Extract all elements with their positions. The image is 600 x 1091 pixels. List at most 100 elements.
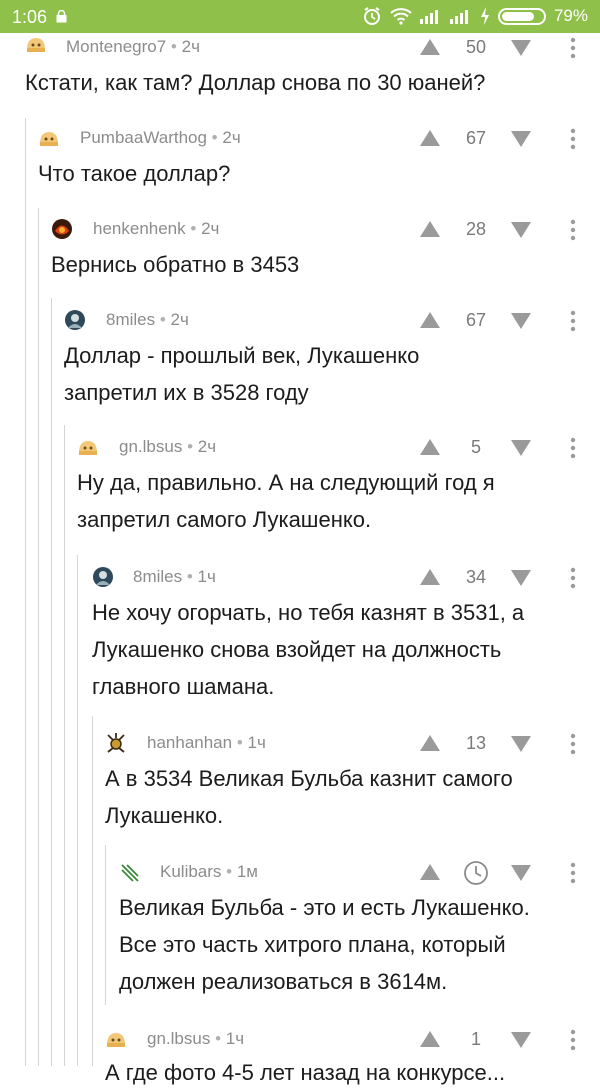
avatar-icon[interactable] (105, 1028, 127, 1050)
more-icon[interactable] (569, 1028, 577, 1052)
more-icon[interactable] (569, 732, 577, 756)
avatar-icon[interactable] (25, 34, 47, 56)
downvote-icon[interactable] (510, 439, 532, 457)
comment-time: 2ч (222, 128, 241, 147)
comment-body: Не хочу огорчать, но тебя казнят в 3531,… (92, 594, 524, 705)
more-icon[interactable] (569, 36, 577, 60)
comment-line: запретил самого Лукашенко. (77, 507, 372, 532)
score: 34 (465, 567, 487, 587)
more-icon[interactable] (569, 309, 577, 333)
thread-line-5 (77, 555, 78, 1066)
avatar-icon[interactable] (77, 436, 99, 458)
timer-icon (464, 861, 488, 885)
avatar-icon[interactable] (92, 566, 114, 588)
comment-time: 2ч (197, 437, 217, 456)
signal-icon-2 (449, 10, 468, 24)
upvote-icon[interactable] (419, 220, 441, 238)
comment-line: запретил их в 3528 году (64, 380, 309, 405)
avatar-icon[interactable] (51, 218, 73, 240)
comment-body: Ну да, правильно. А на следующий год я з… (77, 464, 495, 538)
more-icon[interactable] (569, 566, 577, 590)
more-icon[interactable] (569, 218, 577, 242)
comment-time: 1ч (225, 1029, 245, 1048)
upvote-icon[interactable] (419, 311, 441, 329)
comment-line: Вернись обратно в 3453 (51, 252, 300, 277)
avatar-icon[interactable] (105, 732, 127, 754)
comment-body: А где фото 4-5 лет назад на конкурсе... (105, 1054, 505, 1091)
comment-line: Ну да, правильно. А на следующий год я (77, 470, 495, 495)
downvote-icon[interactable] (510, 1031, 532, 1049)
comment-time: 2ч (181, 37, 200, 56)
downvote-icon[interactable] (510, 735, 532, 753)
comment-line: Доллар - прошлый век, Лукашенко (64, 343, 420, 368)
comment-line: должен реализоваться в 3614м. (119, 969, 448, 994)
username[interactable]: gn.lbsus (147, 1029, 210, 1048)
comment-body: Кстати, как там? Доллар снова по 30 юане… (25, 64, 485, 101)
comment-header: 8miles • 2ч 67 (0, 307, 600, 335)
downvote-icon[interactable] (510, 39, 532, 57)
comment-meta[interactable]: PumbaaWarthog • 2ч (80, 128, 241, 148)
downvote-icon[interactable] (510, 569, 532, 587)
more-icon[interactable] (569, 127, 577, 151)
signal-icon (419, 10, 438, 24)
more-icon[interactable] (569, 861, 577, 885)
comment-meta[interactable]: 8miles • 1ч (133, 567, 216, 587)
battery-icon (497, 7, 546, 25)
status-time: 1:06 (12, 7, 48, 27)
comment-line: Лукашенко. (105, 803, 224, 828)
thread-line-2 (38, 208, 39, 1066)
comment-line: Великая Бульба - это и есть Лукашенко. (119, 895, 530, 920)
upvote-icon[interactable] (419, 734, 441, 752)
more-icon[interactable] (569, 436, 577, 460)
upvote-icon[interactable] (419, 438, 441, 456)
comment-body: Доллар - прошлый век, Лукашенко запретил… (64, 337, 419, 411)
downvote-icon[interactable] (510, 130, 532, 148)
comment-body: Что такое доллар? (38, 155, 230, 192)
username[interactable]: Kulibars (160, 862, 221, 881)
upvote-icon[interactable] (419, 568, 441, 586)
comment-header: gn.lbsus • 2ч 5 (0, 434, 600, 462)
username[interactable]: henkenhenk (93, 219, 186, 238)
comment-time: 1ч (247, 733, 266, 752)
downvote-icon[interactable] (510, 864, 532, 882)
username[interactable]: gn.lbsus (119, 437, 182, 456)
username[interactable]: 8miles (106, 310, 155, 329)
comment-header: Montenegro7 • 2ч 50 (0, 34, 600, 62)
avatar-icon[interactable] (38, 127, 60, 149)
score: 1 (470, 1029, 481, 1049)
username[interactable]: PumbaaWarthog (80, 128, 207, 147)
comment-meta[interactable]: gn.lbsus • 1ч (147, 1029, 244, 1049)
comment-header: henkenhenk • 2ч 28 (0, 216, 600, 244)
comment-line: Все это часть хитрого плана, который (119, 932, 506, 957)
score: 28 (465, 219, 487, 239)
comment-meta[interactable]: hanhanhan • 1ч (147, 733, 266, 753)
downvote-icon[interactable] (510, 312, 532, 330)
upvote-icon[interactable] (419, 1030, 441, 1048)
comment-line: Кстати, как там? Доллар снова по 30 юане… (25, 70, 486, 95)
score: 5 (470, 437, 481, 457)
comment-line: Не хочу огорчать, но тебя казнят в 3531,… (92, 600, 525, 625)
comment-body: Великая Бульба - это и есть Лукашенко. В… (119, 889, 530, 1000)
upvote-icon[interactable] (419, 38, 441, 56)
upvote-icon[interactable] (419, 863, 441, 881)
comment-header: 8miles • 1ч 34 (0, 564, 600, 592)
comment-line: А где фото 4-5 лет назад на конкурсе... (105, 1060, 506, 1085)
comment-meta[interactable]: gn.lbsus • 2ч (119, 437, 216, 457)
downvote-icon[interactable] (510, 221, 532, 239)
username[interactable]: 8miles (133, 567, 182, 586)
comment-header: PumbaaWarthog • 2ч 67 (0, 125, 600, 153)
score: 13 (465, 733, 487, 753)
upvote-icon[interactable] (419, 129, 441, 147)
username[interactable]: Montenegro7 (66, 37, 166, 56)
score: 67 (465, 128, 487, 148)
avatar-icon[interactable] (64, 309, 86, 331)
comment-meta[interactable]: Montenegro7 • 2ч (66, 37, 200, 57)
comment-line: главного шамана. (92, 674, 275, 699)
comment-meta[interactable]: henkenhenk • 2ч (93, 219, 219, 239)
lock-icon (56, 10, 67, 23)
username[interactable]: hanhanhan (147, 733, 232, 752)
avatar-icon[interactable] (119, 861, 141, 883)
comment-meta[interactable]: Kulibars • 1м (160, 862, 258, 882)
comment-meta[interactable]: 8miles • 2ч (106, 310, 189, 330)
alarm-icon (363, 7, 380, 25)
